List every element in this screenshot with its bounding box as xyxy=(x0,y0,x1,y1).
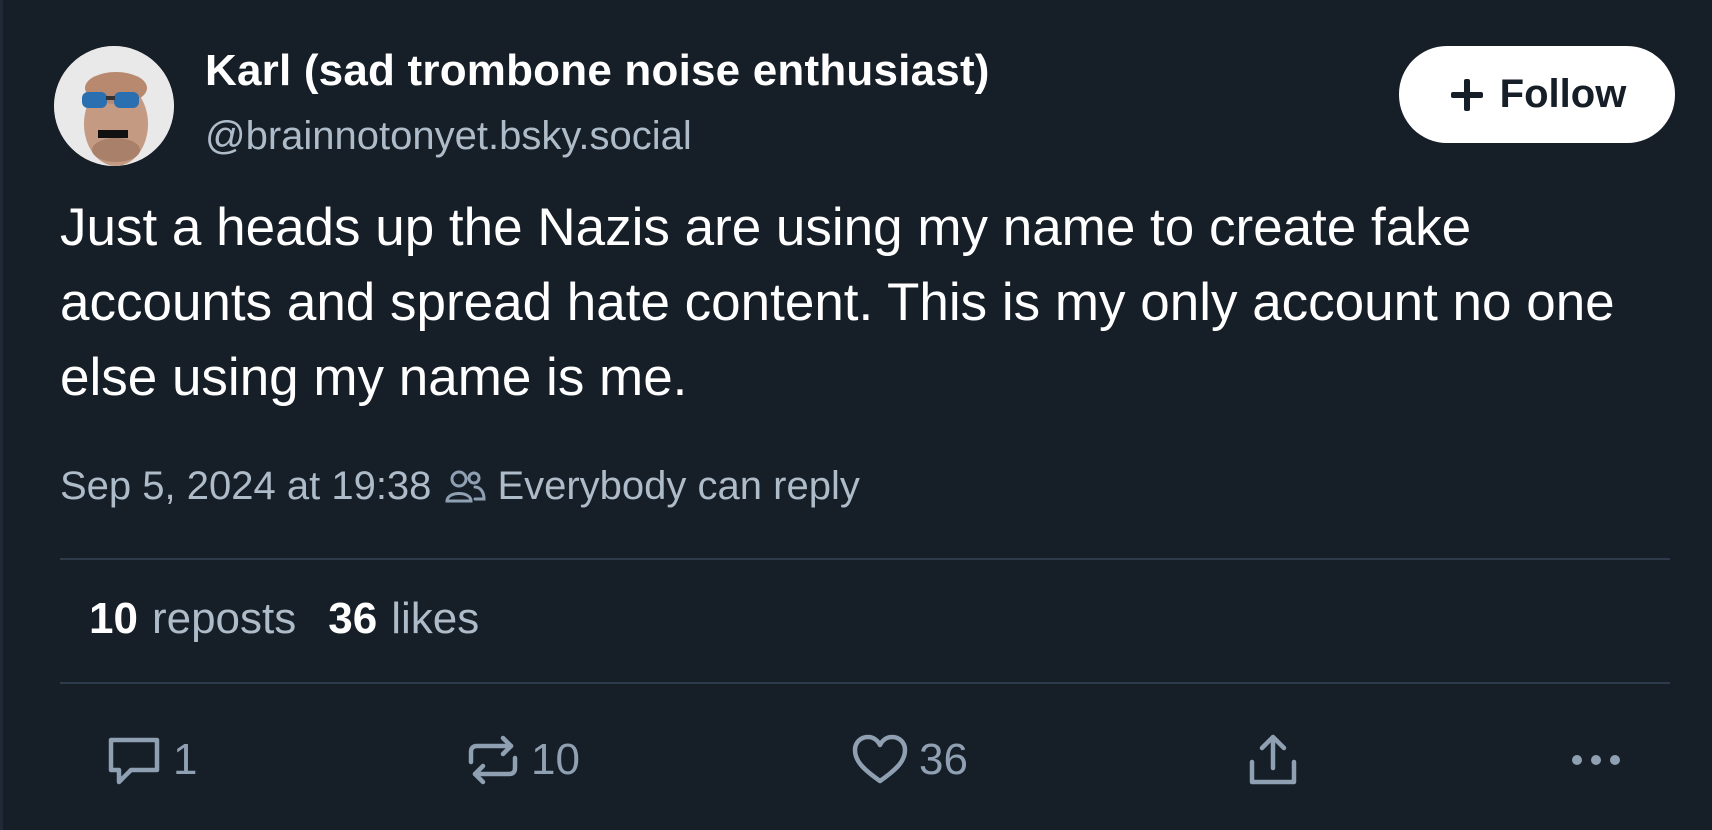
divider xyxy=(60,682,1670,684)
avatar[interactable] xyxy=(54,46,174,166)
reposts-count: 10 xyxy=(89,594,138,643)
reposts-label: reposts xyxy=(151,594,297,643)
divider xyxy=(60,558,1670,560)
post-meta: Sep 5, 2024 at 19:38 Everybody can reply xyxy=(60,464,860,509)
post-stats: 10 reposts 36 likes xyxy=(89,594,479,644)
share-button[interactable] xyxy=(1246,730,1300,790)
repost-button[interactable]: 10 xyxy=(465,730,580,790)
like-button[interactable]: 36 xyxy=(851,730,968,790)
likes-count: 36 xyxy=(328,594,378,643)
more-options-button[interactable] xyxy=(1569,730,1623,790)
repost-count: 10 xyxy=(531,735,580,784)
post-timestamp[interactable]: Sep 5, 2024 at 19:38 xyxy=(60,464,431,509)
post-card: Karl (sad trombone noise enthusiast) @br… xyxy=(0,0,1712,830)
plus-icon xyxy=(1450,78,1483,111)
follow-button-label: Follow xyxy=(1499,72,1627,116)
author-handle[interactable]: @brainnotonyet.bsky.social xyxy=(205,114,692,159)
ellipsis-icon xyxy=(1572,755,1620,765)
comment-icon xyxy=(108,737,160,785)
repost-icon xyxy=(468,735,518,785)
people-icon xyxy=(445,470,486,502)
reply-setting[interactable]: Everybody can reply xyxy=(497,464,859,509)
share-icon xyxy=(1249,734,1297,785)
reply-button[interactable]: 1 xyxy=(105,730,197,790)
author-display-name[interactable]: Karl (sad trombone noise enthusiast) xyxy=(205,46,990,96)
like-count: 36 xyxy=(919,735,968,784)
follow-button[interactable]: Follow xyxy=(1399,46,1675,143)
reposts-stat[interactable]: 10 reposts xyxy=(89,594,296,644)
post-text: Just a heads up the Nazis are using my n… xyxy=(60,198,1615,407)
likes-stat[interactable]: 36 likes xyxy=(328,594,479,644)
likes-label: likes xyxy=(391,594,480,643)
heart-icon xyxy=(852,734,908,784)
avatar-image xyxy=(54,46,174,166)
reply-count: 1 xyxy=(173,735,198,784)
